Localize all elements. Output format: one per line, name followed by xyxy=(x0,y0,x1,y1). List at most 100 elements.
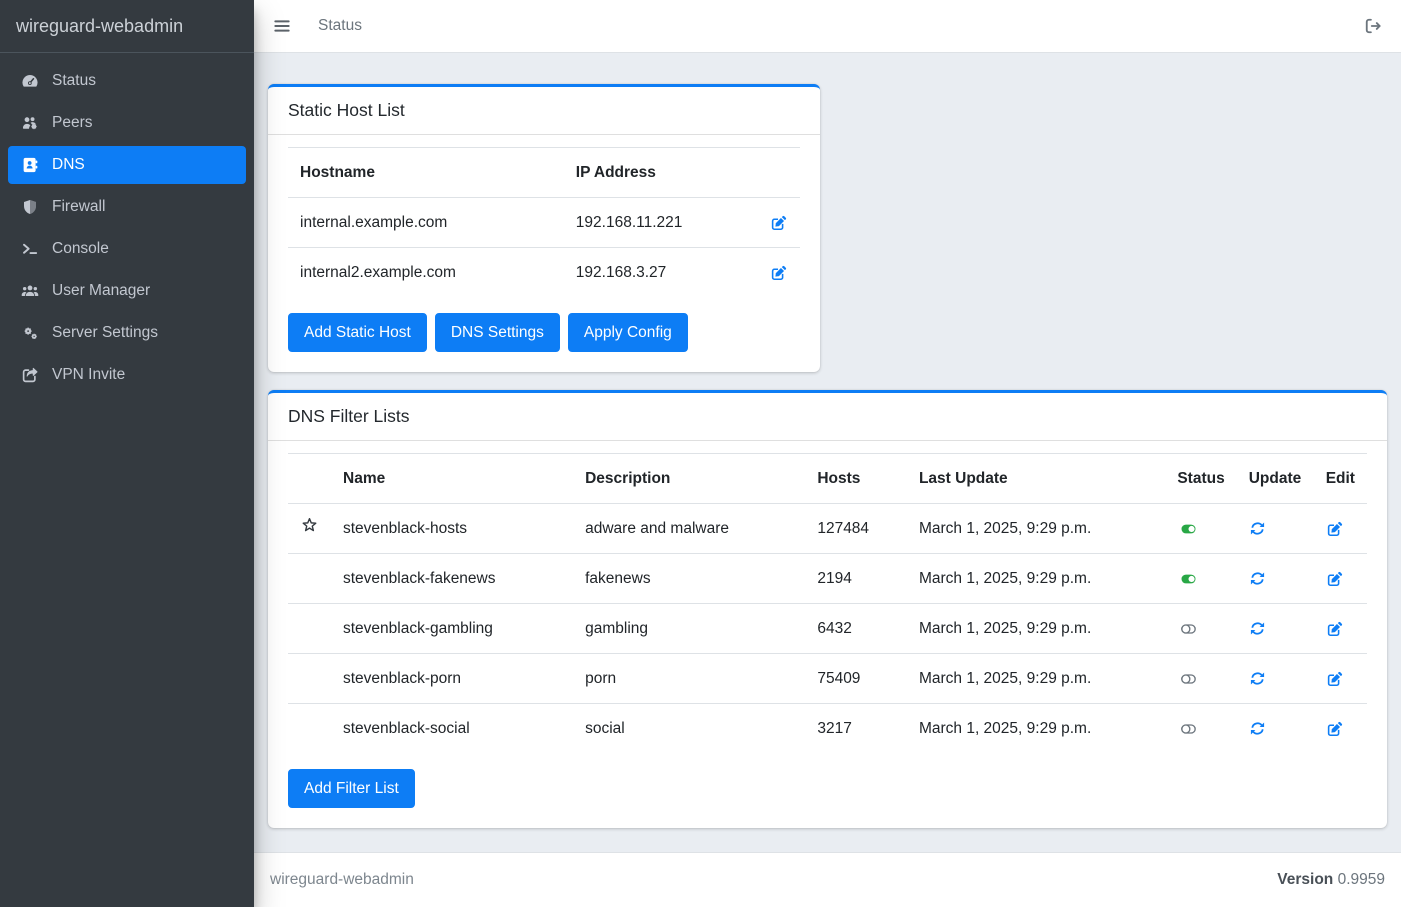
toggle-off-icon[interactable] xyxy=(1177,621,1200,637)
filter-list-row: stevenblack-hosts adware and malware 127… xyxy=(288,504,1367,554)
filter-hosts-cell: 75409 xyxy=(805,654,907,704)
topbar-status-link[interactable]: Status xyxy=(318,17,362,35)
add-filter-list-button[interactable]: Add Filter List xyxy=(288,769,415,808)
static-host-list-title: Static Host List xyxy=(268,87,820,135)
sidebar-item-vpn-invite[interactable]: VPN Invite xyxy=(8,356,246,394)
sync-icon[interactable] xyxy=(1249,520,1266,537)
edit-icon[interactable] xyxy=(1326,720,1344,738)
edit-icon[interactable] xyxy=(1326,670,1344,688)
dns-filter-lists-title: DNS Filter Lists xyxy=(268,393,1387,441)
ip-cell: 192.168.3.27 xyxy=(564,248,758,298)
gauge-icon xyxy=(16,72,44,90)
filter-description-cell: adware and malware xyxy=(573,504,805,554)
filter-last-update-cell: March 1, 2025, 9:29 p.m. xyxy=(907,604,1165,654)
app-window: wireguard-webadmin Status Peers DNS Fire… xyxy=(0,0,1401,907)
sidebar-item-label: User Manager xyxy=(52,281,150,301)
dns-settings-button[interactable]: DNS Settings xyxy=(435,313,560,352)
filter-list-row: stevenblack-porn porn 75409 March 1, 202… xyxy=(288,654,1367,704)
toggle-off-icon[interactable] xyxy=(1177,721,1200,737)
share-icon xyxy=(16,366,44,384)
dns-filter-table: Name Description Hosts Last Update Statu… xyxy=(288,453,1367,753)
menu-toggle-icon[interactable] xyxy=(272,16,292,36)
toggle-off-icon[interactable] xyxy=(1177,671,1200,687)
hostname-cell: internal2.example.com xyxy=(288,248,564,298)
sidebar-item-label: VPN Invite xyxy=(52,365,125,385)
gears-icon xyxy=(16,324,44,342)
column-header-name: Name xyxy=(331,454,573,504)
add-static-host-button[interactable]: Add Static Host xyxy=(288,313,427,352)
filter-description-cell: gambling xyxy=(573,604,805,654)
sidebar-item-user-manager[interactable]: User Manager xyxy=(8,272,246,310)
sign-out-icon[interactable] xyxy=(1363,16,1383,36)
terminal-icon xyxy=(16,240,44,258)
footer-version: Version 0.9959 xyxy=(1277,871,1385,889)
column-header-ip: IP Address xyxy=(564,148,758,198)
apply-config-button[interactable]: Apply Config xyxy=(568,313,688,352)
filter-hosts-cell: 127484 xyxy=(805,504,907,554)
filter-name-cell: stevenblack-hosts xyxy=(331,504,573,554)
filter-last-update-cell: March 1, 2025, 9:29 p.m. xyxy=(907,654,1165,704)
filter-name-cell: stevenblack-fakenews xyxy=(331,554,573,604)
filter-name-cell: stevenblack-gambling xyxy=(331,604,573,654)
sidebar-item-status[interactable]: Status xyxy=(8,62,246,100)
column-header-edit: Edit xyxy=(1314,454,1367,504)
filter-last-update-cell: March 1, 2025, 9:29 p.m. xyxy=(907,704,1165,754)
shield-icon xyxy=(16,198,44,216)
column-header-last-update: Last Update xyxy=(907,454,1165,504)
filter-last-update-cell: March 1, 2025, 9:29 p.m. xyxy=(907,504,1165,554)
address-book-icon xyxy=(16,156,44,174)
sync-icon[interactable] xyxy=(1249,720,1266,737)
column-header-description: Description xyxy=(573,454,805,504)
column-header-update: Update xyxy=(1237,454,1314,504)
sidebar-item-label: DNS xyxy=(52,155,85,175)
column-header-star xyxy=(288,454,331,504)
peers-icon xyxy=(16,114,44,132)
column-header-actions xyxy=(758,148,800,198)
edit-icon[interactable] xyxy=(770,214,788,232)
sidebar-item-console[interactable]: Console xyxy=(8,230,246,268)
star-icon[interactable] xyxy=(300,516,319,535)
sidebar-nav: Status Peers DNS Firewall Console User M… xyxy=(0,53,254,407)
toggle-on-icon[interactable] xyxy=(1177,571,1200,587)
static-host-row: internal2.example.com 192.168.3.27 xyxy=(288,248,800,298)
filter-hosts-cell: 2194 xyxy=(805,554,907,604)
filter-description-cell: porn xyxy=(573,654,805,704)
static-host-row: internal.example.com 192.168.11.221 xyxy=(288,198,800,248)
filter-name-cell: stevenblack-social xyxy=(331,704,573,754)
filter-description-cell: social xyxy=(573,704,805,754)
footer: wireguard-webadmin Version 0.9959 xyxy=(254,852,1401,907)
main-area: Status Static Host List Hostname IP Addr… xyxy=(254,0,1401,907)
sync-icon[interactable] xyxy=(1249,670,1266,687)
topbar: Status xyxy=(254,0,1401,53)
hostname-cell: internal.example.com xyxy=(288,198,564,248)
toggle-on-icon[interactable] xyxy=(1177,521,1200,537)
dns-filter-lists-card: DNS Filter Lists Name Description Hosts … xyxy=(268,390,1387,828)
sidebar-item-peers[interactable]: Peers xyxy=(8,104,246,142)
column-header-hostname: Hostname xyxy=(288,148,564,198)
edit-icon[interactable] xyxy=(1326,620,1344,638)
content: Static Host List Hostname IP Address xyxy=(254,53,1401,852)
sidebar-item-label: Console xyxy=(52,239,109,259)
sidebar-item-dns[interactable]: DNS xyxy=(8,146,246,184)
column-header-hosts: Hosts xyxy=(805,454,907,504)
static-host-list-card: Static Host List Hostname IP Address xyxy=(268,84,820,372)
filter-hosts-cell: 3217 xyxy=(805,704,907,754)
sidebar-item-label: Server Settings xyxy=(52,323,158,343)
edit-icon[interactable] xyxy=(1326,520,1344,538)
sidebar-item-server-settings[interactable]: Server Settings xyxy=(8,314,246,352)
edit-icon[interactable] xyxy=(1326,570,1344,588)
sync-icon[interactable] xyxy=(1249,570,1266,587)
edit-icon[interactable] xyxy=(770,264,788,282)
filter-name-cell: stevenblack-porn xyxy=(331,654,573,704)
column-header-status: Status xyxy=(1165,454,1236,504)
footer-brand: wireguard-webadmin xyxy=(270,871,414,889)
filter-hosts-cell: 6432 xyxy=(805,604,907,654)
sidebar-item-firewall[interactable]: Firewall xyxy=(8,188,246,226)
filter-description-cell: fakenews xyxy=(573,554,805,604)
brand-link[interactable]: wireguard-webadmin xyxy=(0,0,254,53)
sync-icon[interactable] xyxy=(1249,620,1266,637)
sidebar-item-label: Status xyxy=(52,71,96,91)
users-icon xyxy=(16,282,44,300)
filter-last-update-cell: March 1, 2025, 9:29 p.m. xyxy=(907,554,1165,604)
sidebar: wireguard-webadmin Status Peers DNS Fire… xyxy=(0,0,254,907)
